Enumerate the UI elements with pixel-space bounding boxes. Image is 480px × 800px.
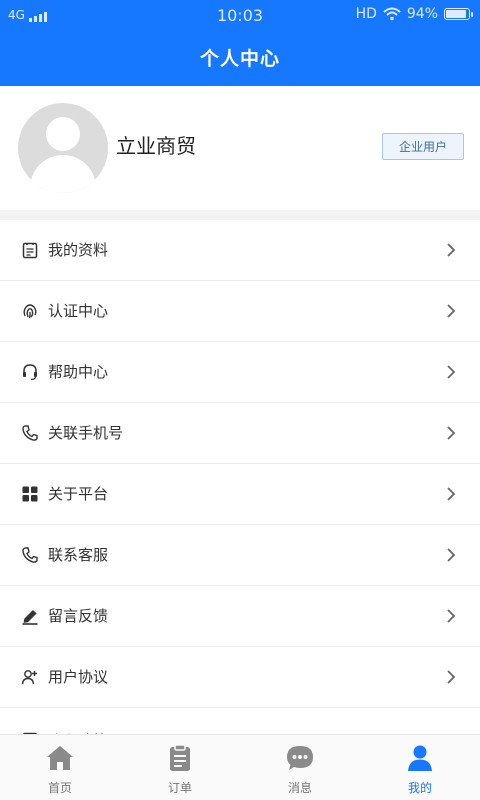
tab-label: 我的 xyxy=(407,781,432,795)
menu-label: 认证中心 xyxy=(48,302,109,320)
menu-label: 关于平台 xyxy=(48,485,109,503)
menu-label: 关联手机号 xyxy=(48,424,124,442)
menu-list: 我的资料 认证中心 帮助中心 关联手机号 关于平台 联系客服 留言反馈 用户协议 xyxy=(0,220,480,748)
pencil-icon xyxy=(20,606,40,626)
fingerprint-icon xyxy=(20,301,40,321)
tab-label: 消息 xyxy=(287,781,312,795)
chevron-right-icon xyxy=(447,426,456,440)
person-icon xyxy=(408,745,432,771)
page-title: 个人中心 xyxy=(199,48,280,70)
menu-item-user-agreement[interactable]: 用户协议 xyxy=(0,647,480,708)
tab-orders[interactable]: 订单 xyxy=(120,735,240,800)
menu-item-customer-service[interactable]: 联系客服 xyxy=(0,525,480,586)
company-name: 立业商贸 xyxy=(116,134,196,158)
chevron-right-icon xyxy=(447,548,456,562)
chevron-right-icon xyxy=(447,304,456,318)
chat-icon xyxy=(287,746,313,770)
menu-label: 帮助中心 xyxy=(48,363,109,381)
tab-home[interactable]: 首页 xyxy=(0,735,120,800)
phone-icon xyxy=(20,423,40,443)
grid-icon xyxy=(20,484,40,504)
menu-item-link-phone[interactable]: 关联手机号 xyxy=(0,403,480,464)
menu-item-about[interactable]: 关于平台 xyxy=(0,464,480,525)
tab-bar: 首页 订单 消息 我的 xyxy=(0,734,480,800)
menu-item-feedback[interactable]: 留言反馈 xyxy=(0,586,480,647)
clipboard-icon xyxy=(170,744,190,771)
avatar[interactable] xyxy=(18,103,108,193)
user-add-icon xyxy=(20,667,40,687)
home-icon xyxy=(47,746,73,770)
menu-item-certification[interactable]: 认证中心 xyxy=(0,281,480,342)
menu-label: 联系客服 xyxy=(48,546,109,564)
tab-messages[interactable]: 消息 xyxy=(240,735,360,800)
profile-card[interactable]: 立业商贸 企业用户 xyxy=(0,86,480,210)
header: 4G 10:03 HD 94% 个人中心 xyxy=(0,0,480,86)
section-divider xyxy=(0,210,480,220)
chevron-right-icon xyxy=(447,487,456,501)
user-type-badge: 企业用户 xyxy=(382,133,464,160)
headset-icon xyxy=(20,362,40,382)
status-bar: 4G 10:03 HD 94% xyxy=(0,0,480,32)
app-screen: 4G 10:03 HD 94% 个人中心 立业商贸 企业用户 我的资料 认证中心… xyxy=(0,0,480,800)
chevron-right-icon xyxy=(447,365,456,379)
tab-label: 订单 xyxy=(167,781,192,795)
status-right: HD 94% xyxy=(355,6,473,22)
battery-icon xyxy=(444,8,473,20)
tab-me[interactable]: 我的 xyxy=(360,735,480,800)
phone-icon xyxy=(20,545,40,565)
menu-label: 用户协议 xyxy=(48,668,109,686)
menu-item-help[interactable]: 帮助中心 xyxy=(0,342,480,403)
chevron-right-icon xyxy=(447,670,456,684)
menu-label: 我的资料 xyxy=(48,241,109,259)
document-icon xyxy=(20,240,40,260)
menu-item-profile[interactable]: 我的资料 xyxy=(0,220,480,281)
chevron-right-icon xyxy=(447,609,456,623)
chevron-right-icon xyxy=(447,243,456,257)
menu-label: 留言反馈 xyxy=(48,607,109,625)
wifi-icon xyxy=(383,7,401,21)
battery-percent: 94% xyxy=(406,6,438,22)
hd-indicator: HD xyxy=(355,6,377,22)
tab-label: 首页 xyxy=(47,781,72,795)
